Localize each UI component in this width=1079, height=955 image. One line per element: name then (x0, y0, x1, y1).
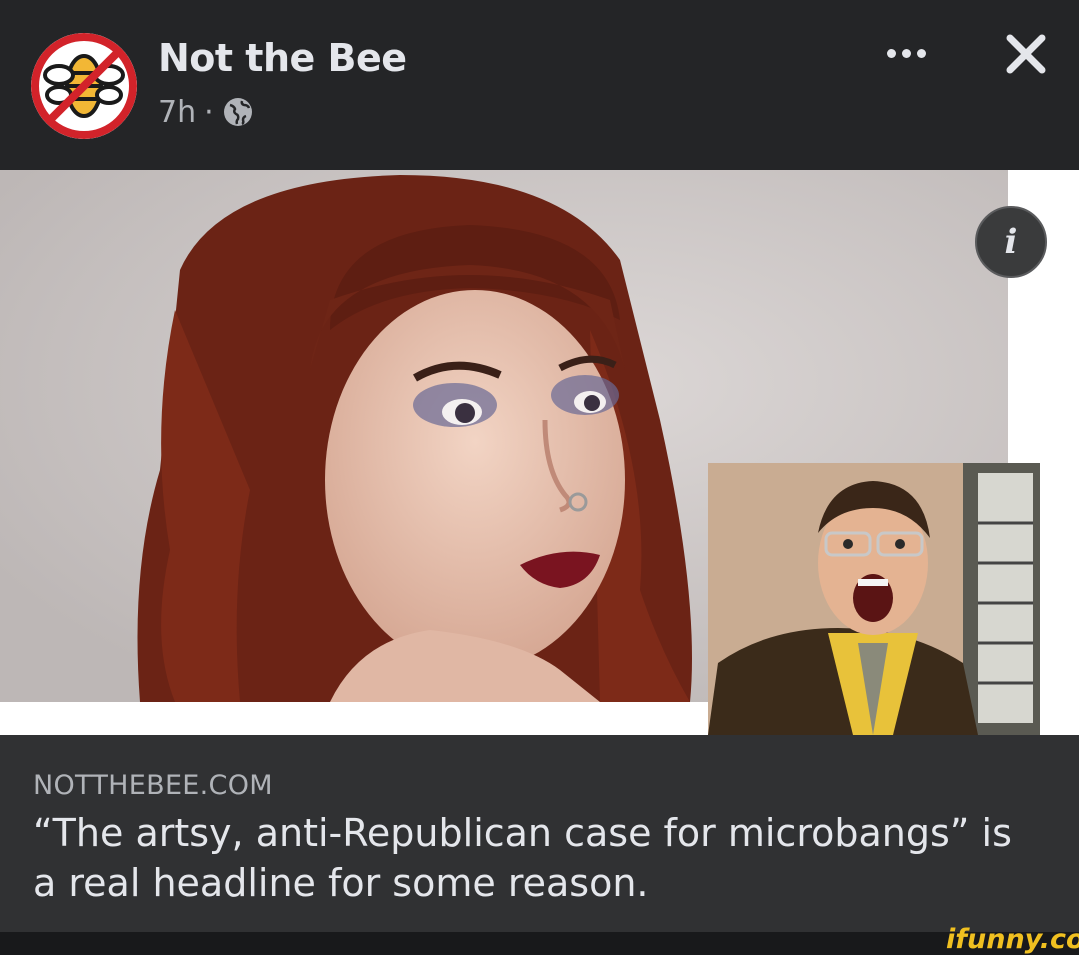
ifunny-watermark: ifunny.co (946, 924, 1079, 955)
no-bee-logo-icon (31, 33, 137, 139)
meta-separator: · (204, 94, 214, 130)
close-icon (1006, 34, 1046, 74)
post-header: Not the Bee 7h · (0, 0, 1079, 170)
link-preview-image[interactable]: i (0, 170, 1079, 735)
post-meta: 7h · (158, 92, 254, 132)
info-button[interactable]: i (975, 206, 1047, 278)
page-avatar[interactable] (31, 33, 137, 139)
more-options-button[interactable] (876, 38, 936, 68)
reaction-photo (708, 463, 1040, 735)
globe-icon (223, 98, 252, 126)
close-button[interactable] (1000, 28, 1052, 80)
more-dot (916, 48, 926, 58)
post-time[interactable]: 7h (158, 95, 196, 130)
more-dots-icon (886, 48, 896, 58)
more-dot (901, 48, 911, 58)
link-domain: NOTTHEBEE.COM (33, 770, 273, 801)
link-headline[interactable]: “The artsy, anti-Republican case for mic… (33, 808, 1043, 908)
page-name[interactable]: Not the Bee (158, 36, 407, 80)
info-icon: i (1004, 222, 1018, 262)
